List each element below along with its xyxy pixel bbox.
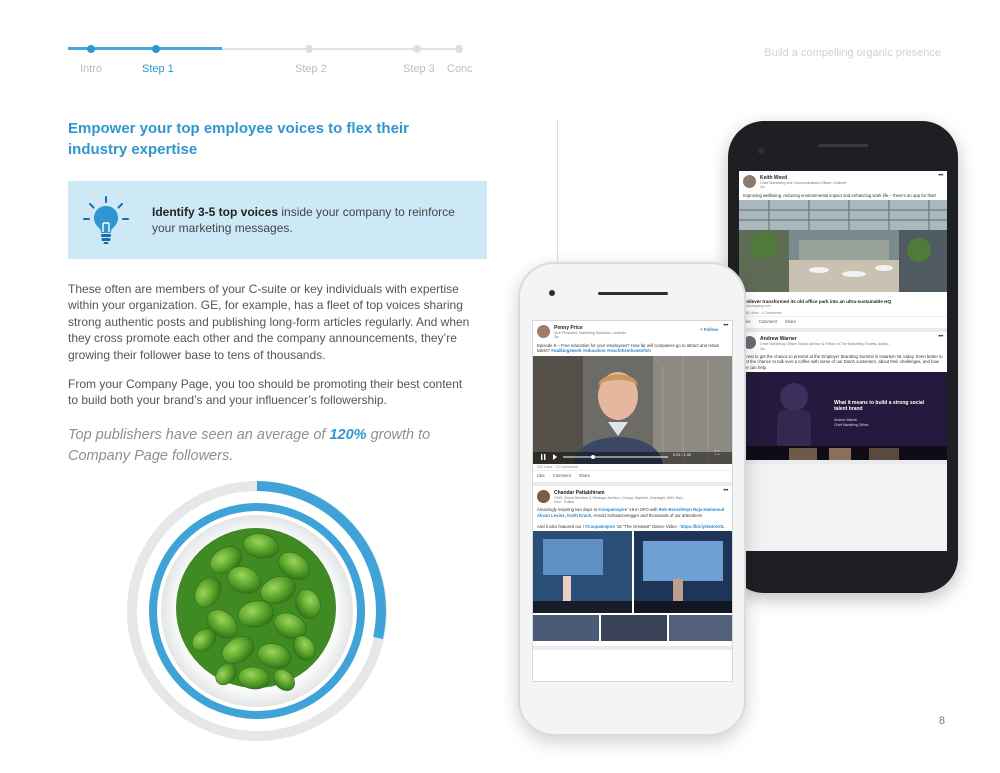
column-divider <box>557 120 558 275</box>
post-text: Improving wellbeing, reducing environmen… <box>743 192 936 198</box>
event-photo-collage[interactable] <box>533 531 733 642</box>
section-title: Build a compelling organic presence <box>764 47 941 59</box>
slide-presenter-role: Chief Marketing Officer <box>834 423 869 428</box>
avatar <box>537 489 550 503</box>
step-label-step3[interactable]: Step 3 <box>403 63 435 75</box>
video-thumbnail <box>533 355 732 464</box>
phone-white: Penny Price Vice President, Marketing So… <box>518 262 746 736</box>
video-timestamp: 0:23 / 1:30 <box>673 452 691 457</box>
body-paragraph-1: These often are members of your C-suite … <box>68 282 470 362</box>
feed-post-penny[interactable]: Penny Price Vice President, Marketing So… <box>533 321 732 486</box>
post-actions: Like Comment Share <box>533 469 732 482</box>
page-number: 8 <box>938 715 945 727</box>
quote-before: Top publishers have seen an average of <box>68 427 330 443</box>
post-time: 2w <box>554 335 559 340</box>
post-text-5: '18 "The Greatest" Dance Video <box>614 523 677 529</box>
slide-presenter-name: Andrew Warner <box>834 418 858 423</box>
post-time: 3mo · Edited <box>554 500 575 505</box>
lightbulb-icon <box>83 196 129 244</box>
step-label-step1[interactable]: Step 1 <box>142 63 174 75</box>
post-text: Great to get the chance to present at th… <box>743 354 943 370</box>
step-dot-step2[interactable] <box>305 45 313 53</box>
quote-highlight: 120% <box>329 427 367 443</box>
post-text: Amazingly inspiring two days at #coupain… <box>533 506 732 531</box>
post-link[interactable]: - https://bit.ly/2wtoXOL <box>678 524 725 529</box>
callout-text: Identify 3-5 top voices inside your comp… <box>152 204 462 236</box>
step-dot-intro[interactable] <box>87 45 95 53</box>
avatar <box>743 175 756 188</box>
presenter-image <box>739 372 947 461</box>
video-player[interactable]: 0:23 / 1:30 ⛶ <box>533 355 732 464</box>
comment-button[interactable]: Comment <box>759 319 777 324</box>
post-hashtag-2[interactable]: #CoupaInspire <box>585 524 615 529</box>
step-label-intro[interactable]: Intro <box>80 63 102 75</box>
post-author-title: Vice President, Marketing Solutions, Lin… <box>554 331 627 335</box>
callout-box: Identify 3-5 top voices inside your comp… <box>68 181 487 259</box>
post-text-3: Arnold Schwarzenegger and thousands of o… <box>592 512 703 518</box>
more-options-icon[interactable]: ••• <box>938 334 943 340</box>
callout-bold: Identify 3-5 top voices <box>152 205 279 219</box>
page-headline: Empower your top employee voices to flex… <box>68 120 409 158</box>
progress-nav: Intro Step 1 Step 2 Step 3 Conc <box>0 0 520 90</box>
more-options-icon[interactable]: ••• <box>723 488 728 494</box>
fullscreen-icon[interactable]: ⛶ <box>715 451 719 458</box>
phone-camera <box>758 148 764 154</box>
plant-ring-illustration <box>126 480 388 742</box>
post-text-1: Amazingly inspiring two days at <box>537 507 597 513</box>
plant-image <box>127 481 387 741</box>
post-text: Episode 6 – Free education for your empl… <box>533 342 732 356</box>
more-options-icon[interactable]: ••• <box>723 323 728 329</box>
phone-black-screen: Keith Weed Chief Marketing and Communica… <box>739 171 947 551</box>
link-title[interactable]: Unilever transformed its old office park… <box>739 297 947 304</box>
phone-speaker <box>818 144 868 147</box>
post-author-title: Chief Marketing Officer, Board Advisor &… <box>760 342 891 347</box>
like-button[interactable]: Like <box>537 473 545 478</box>
post-author-title: Chief Marketing and Communications Offic… <box>760 181 847 185</box>
phone-speaker <box>598 292 668 295</box>
stat-quote: Top publishers have seen an average of 1… <box>68 425 448 467</box>
step-dot-step1[interactable] <box>152 45 160 53</box>
post-hashtag-1[interactable]: #coupainspire <box>598 507 627 512</box>
post-text-4: And it also featured our ! <box>537 523 584 529</box>
feed-post-chandar[interactable]: Chandar Pattabhiram CMO, Board Member & … <box>533 485 733 651</box>
phone-white-screen: Penny Price Vice President, Marketing So… <box>532 320 733 682</box>
step-label-step2[interactable]: Step 2 <box>295 63 327 75</box>
post-text-2: '18 in SFO with <box>627 507 658 513</box>
step-label-conc[interactable]: Conc <box>447 63 473 75</box>
avatar <box>537 325 550 338</box>
post-time: 2w <box>760 185 765 190</box>
office-atrium-image[interactable] <box>739 200 947 293</box>
post-time: 3w <box>760 346 765 351</box>
feed-post-keith[interactable]: Keith Weed Chief Marketing and Communica… <box>739 171 947 333</box>
step-dot-conc[interactable] <box>455 45 463 53</box>
post-hashtags[interactable]: #walking2work #education #teachthemhowto… <box>551 348 651 353</box>
follow-button[interactable]: + Follow <box>700 327 718 332</box>
post-actions: Like Comment Share <box>739 316 947 328</box>
share-button[interactable]: Share <box>579 473 590 478</box>
share-button[interactable]: Share <box>785 319 796 324</box>
slide-image[interactable]: What it means to build a strong social t… <box>739 372 947 461</box>
feed-post-andrew[interactable]: Andrew Warner Chief Marketing Officer, B… <box>739 332 947 465</box>
phone-camera <box>549 290 555 296</box>
step-dot-step3[interactable] <box>413 45 421 53</box>
comment-button[interactable]: Comment <box>553 473 571 478</box>
more-options-icon[interactable]: ••• <box>938 173 943 179</box>
body-paragraph-2: From your Company Page, you too should b… <box>68 377 463 408</box>
phone-black: Keith Weed Chief Marketing and Communica… <box>728 121 958 593</box>
slide-title: What it means to build a strong social t… <box>834 400 925 413</box>
